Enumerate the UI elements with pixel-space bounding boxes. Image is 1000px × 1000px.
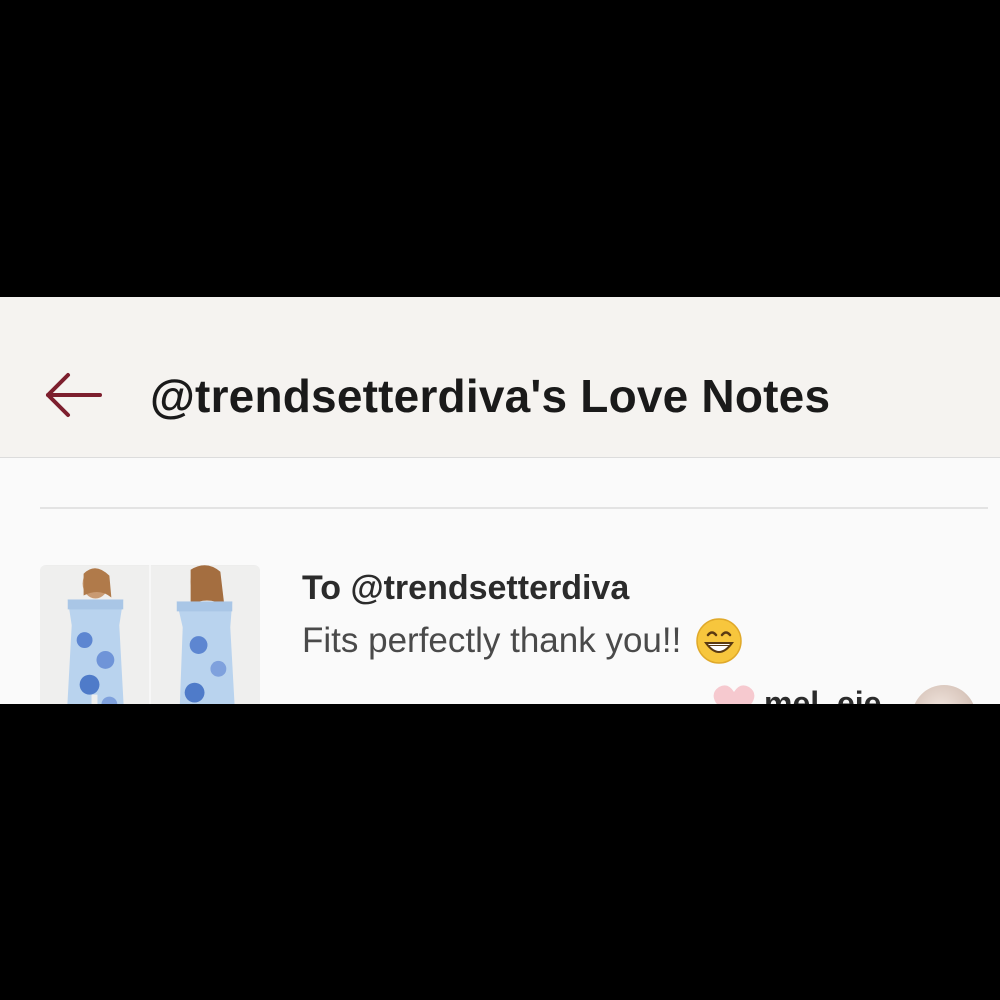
love-notes-screen: @trendsetterdiva's Love Notes To @trends… — [0, 297, 1000, 704]
recipient-line: To @trendsetterdiva — [302, 569, 630, 607]
note-meta: mel_eie — [712, 683, 881, 704]
dress-front-image — [40, 565, 149, 704]
arrow-left-icon — [46, 373, 102, 417]
back-button[interactable] — [40, 369, 110, 421]
section-divider — [40, 507, 988, 509]
header-bar: @trendsetterdiva's Love Notes — [0, 297, 1000, 458]
page-title: @trendsetterdiva's Love Notes — [150, 370, 831, 422]
listing-thumbnail[interactable] — [40, 565, 260, 704]
dress-back-image — [149, 565, 260, 704]
author-username[interactable]: mel_eie — [764, 685, 881, 705]
avatar[interactable] — [912, 685, 976, 704]
message-line: Fits perfectly thank you!! — [302, 617, 743, 665]
heart-icon[interactable] — [712, 683, 756, 704]
message-text: Fits perfectly thank you!! — [302, 621, 682, 660]
love-note-item[interactable]: To @trendsetterdiva Fits perfectly thank… — [40, 565, 988, 704]
grinning-face-icon — [696, 618, 743, 664]
